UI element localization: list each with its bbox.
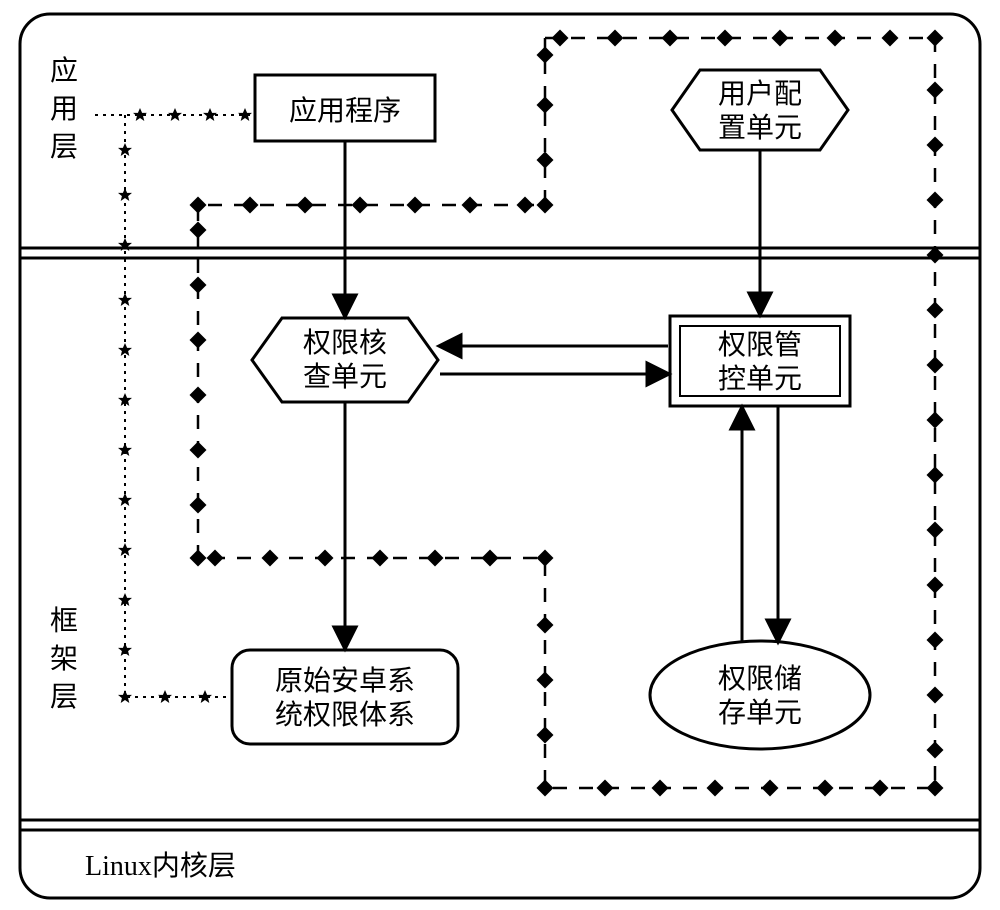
layer-label-app-1: 应: [50, 55, 78, 87]
node-perm-check-l1: 权限核: [303, 327, 387, 359]
node-orig-android-l2: 统权限体系: [275, 699, 415, 731]
layer-label-fw-3: 层: [50, 682, 78, 713]
node-perm-mgmt: 权限管 控单元: [670, 316, 850, 406]
node-perm-store-l2: 存单元: [718, 697, 802, 729]
outer-frame: [20, 14, 980, 898]
node-perm-mgmt-l1: 权限管: [718, 329, 802, 361]
node-orig-android-l1: 原始安卓系: [275, 665, 415, 697]
node-orig-android: 原始安卓系 统权限体系: [232, 650, 458, 744]
node-perm-check: 权限核 查单元: [252, 318, 438, 402]
node-user-config-l1: 用户配: [718, 78, 802, 110]
node-app: 应用程序: [255, 75, 435, 141]
node-perm-store-l1: 权限储: [718, 663, 802, 695]
node-perm-store: 权限储 存单元: [650, 641, 870, 749]
node-user-config-l2: 置单元: [718, 112, 802, 144]
diagram-root: 应 用 层 框 架 层 Linux内核层 应用程序 用户配 置单元 权限核 查单…: [0, 0, 1000, 910]
star-path-left: [125, 115, 230, 697]
layer-label-app-3: 层: [50, 132, 78, 163]
star-markers: [118, 108, 252, 703]
node-user-config: 用户配 置单元: [672, 70, 848, 150]
node-perm-check-l2: 查单元: [303, 361, 387, 393]
layer-label-fw-1: 框: [50, 605, 78, 637]
node-perm-mgmt-l2: 控单元: [718, 363, 802, 395]
node-app-label: 应用程序: [289, 95, 401, 127]
layer-label-app-2: 用: [50, 94, 78, 125]
layer-label-kernel: Linux内核层: [85, 850, 236, 882]
layer-label-fw-2: 架: [50, 644, 78, 675]
